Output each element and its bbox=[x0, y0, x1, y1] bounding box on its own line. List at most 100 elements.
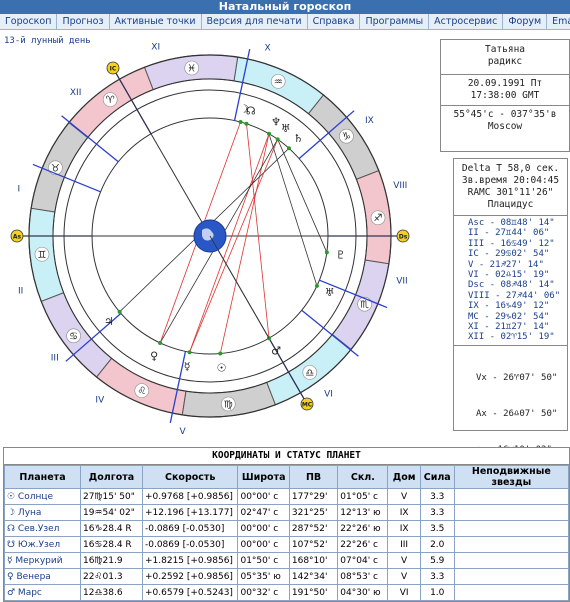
angle-badge-label: IC bbox=[110, 65, 117, 72]
table-cell: 05°35' ю bbox=[237, 568, 290, 585]
planet-coordinates: КООРДИНАТЫ И СТАТУС ПЛАНЕТ Планета Долгот… bbox=[3, 447, 570, 602]
house-cusp: IX - 16♑49' 12" bbox=[468, 301, 550, 312]
house-cusps-list: Asc - 08♊48' 14" II - 27♊44' 06" III - 1… bbox=[454, 215, 567, 345]
menu-email[interactable]: Email bbox=[547, 14, 570, 29]
planet-marker bbox=[267, 131, 271, 136]
table-row: ☉ Солнце 27♍15' 50" +0.9768 [+0.9856] 00°00… bbox=[4, 488, 570, 505]
birth-date: 20.09.1991 Пт bbox=[467, 78, 543, 89]
planet-name-link[interactable]: ☉ Солнце bbox=[4, 488, 81, 505]
menu-help[interactable]: Справка bbox=[308, 14, 361, 29]
zodiac-sign-icon: ♏ bbox=[360, 300, 369, 311]
planets-table: Планета Долгота Скорость Широта ПВ Скл. Дом Сил… bbox=[4, 465, 570, 601]
zodiac-sign-icon: ♎ bbox=[305, 368, 314, 379]
table-row: ☿ Меркурий 16♍21.9 +1.8215 [+0.9856] 01°50'… bbox=[4, 552, 570, 569]
table-cell: 01°50' с bbox=[237, 552, 290, 569]
table-cell: 142°34' bbox=[288, 568, 339, 585]
table-cell: 168°10' bbox=[288, 552, 339, 569]
table-cell: 3.5 bbox=[419, 520, 455, 537]
house-number: III bbox=[51, 353, 59, 363]
house-number: II bbox=[18, 286, 23, 296]
table-cell bbox=[453, 504, 570, 521]
planet-marker bbox=[158, 340, 163, 345]
planet-name-link[interactable]: ♀ Венера bbox=[4, 568, 81, 585]
birth-city: Moscow bbox=[487, 121, 523, 132]
table-cell: 5.9 bbox=[419, 552, 455, 569]
table-cell: +0.9768 [+0.9856] bbox=[141, 488, 239, 505]
table-row: ♂ Марс 12♎38.6 +0.6579 [+0.5243] 00°32' с 19… bbox=[4, 584, 570, 601]
table-cell: 00°00' с bbox=[237, 488, 290, 505]
table-cell: 16♍21.9 bbox=[79, 552, 143, 569]
column-header: Долгота bbox=[79, 465, 143, 489]
planet-marker bbox=[314, 283, 319, 288]
planet-icon: ♃ bbox=[104, 315, 114, 328]
planet-marker bbox=[275, 137, 280, 142]
zodiac-sign-icon: ♈ bbox=[106, 95, 115, 106]
table-cell: 22♌01.3 bbox=[79, 568, 143, 585]
star-time: Зв.время 20:04:45 bbox=[461, 175, 560, 186]
page-title: Натальный гороскоп bbox=[0, 0, 570, 14]
planet-name-link[interactable]: ♂ Марс bbox=[4, 584, 81, 601]
table-cell: 00°32' с bbox=[237, 584, 290, 601]
menu-active-points[interactable]: Активные точки bbox=[110, 14, 202, 29]
menu-forecast[interactable]: Прогноз bbox=[57, 14, 110, 29]
planet-icon: ☊ bbox=[246, 104, 256, 117]
table-cell bbox=[453, 568, 570, 585]
table-row: ☊ Сев.Узел 16♑28.4 R -0.0869 [-0.0530] 00°0… bbox=[4, 520, 570, 537]
planet-marker bbox=[324, 250, 329, 255]
birth-coords: 55°45'с - 037°35'в bbox=[453, 109, 557, 120]
column-header: Неподвижные звезды bbox=[453, 465, 570, 489]
planet-icon: ♅ bbox=[325, 286, 335, 299]
planet-icon: ♀ bbox=[150, 350, 158, 363]
table-cell: 3.3 bbox=[419, 568, 455, 585]
angle-badge-label: Ds bbox=[399, 234, 408, 241]
table-cell: -0.0869 [-0.0530] bbox=[141, 520, 239, 537]
zodiac-sign-icon: ♒ bbox=[274, 77, 283, 88]
menu-programs[interactable]: Программы bbox=[360, 14, 430, 29]
table-cell: IX bbox=[387, 504, 421, 521]
house-cusp: XII - 02♈15' 19" bbox=[468, 332, 555, 343]
column-header: ПВ bbox=[288, 465, 339, 489]
coords-title: КООРДИНАТЫ И СТАТУС ПЛАНЕТ bbox=[4, 448, 569, 465]
table-cell: 04°30' ю bbox=[337, 584, 389, 601]
house-cusp: VI - 02♎15' 19" bbox=[468, 270, 550, 281]
aspect-line bbox=[246, 123, 270, 339]
menu-print-version[interactable]: Версия для печати bbox=[202, 14, 308, 29]
table-cell: +0.6579 [+0.5243] bbox=[141, 584, 239, 601]
planet-icon: ♅ bbox=[281, 122, 291, 135]
table-cell: 07°04' с bbox=[337, 552, 389, 569]
table-row: ☋ Юж.Узел 16♋28.4 R -0.0869 [-0.0530] 00°00… bbox=[4, 536, 570, 553]
table-cell: IX bbox=[387, 520, 421, 537]
table-cell bbox=[453, 584, 570, 601]
house-cusp: VIII - 27♐44' 06" bbox=[468, 290, 561, 301]
column-header: Планета bbox=[4, 465, 81, 489]
table-cell: 22°26' с bbox=[337, 536, 389, 553]
menu-horoscope[interactable]: Гороскоп bbox=[0, 14, 58, 29]
planet-name-link[interactable]: ☋ Юж.Узел bbox=[4, 536, 81, 553]
table-cell bbox=[453, 488, 570, 505]
table-cell: 191°50' bbox=[288, 584, 339, 601]
zodiac-sign-icon: ♊ bbox=[38, 250, 47, 261]
zodiac-sign-icon: ♓ bbox=[187, 63, 196, 74]
table-cell: 3.3 bbox=[419, 504, 455, 521]
zodiac-sign-icon: ♑ bbox=[342, 132, 351, 143]
planet-icon: ♄ bbox=[293, 132, 303, 145]
menu-forum[interactable]: Форум bbox=[503, 14, 548, 29]
planet-name-link[interactable]: ☊ Сев.Узел bbox=[4, 520, 81, 537]
column-header: Дом bbox=[387, 465, 421, 489]
table-cell: 12°13' ю bbox=[337, 504, 389, 521]
column-header: Скорость bbox=[141, 465, 239, 489]
planet-icon: ☉ bbox=[217, 361, 227, 374]
table-cell bbox=[453, 520, 570, 537]
planet-icon: ♆ bbox=[271, 116, 281, 129]
planet-marker bbox=[238, 120, 243, 125]
table-cell: 00°00' с bbox=[237, 536, 290, 553]
house-number: XII bbox=[70, 88, 81, 98]
house-cusp: XI - 21♊27' 14" bbox=[468, 322, 550, 333]
menu-astroservice[interactable]: Астросервис bbox=[429, 14, 504, 29]
planet-name-link[interactable]: ☽ Луна bbox=[4, 504, 81, 521]
table-cell: 22°26' ю bbox=[337, 520, 389, 537]
table-cell bbox=[453, 536, 570, 553]
house-number: X bbox=[265, 44, 271, 54]
lunar-day: 13-й лунный день bbox=[4, 36, 91, 46]
planet-name-link[interactable]: ☿ Меркурий bbox=[4, 552, 81, 569]
